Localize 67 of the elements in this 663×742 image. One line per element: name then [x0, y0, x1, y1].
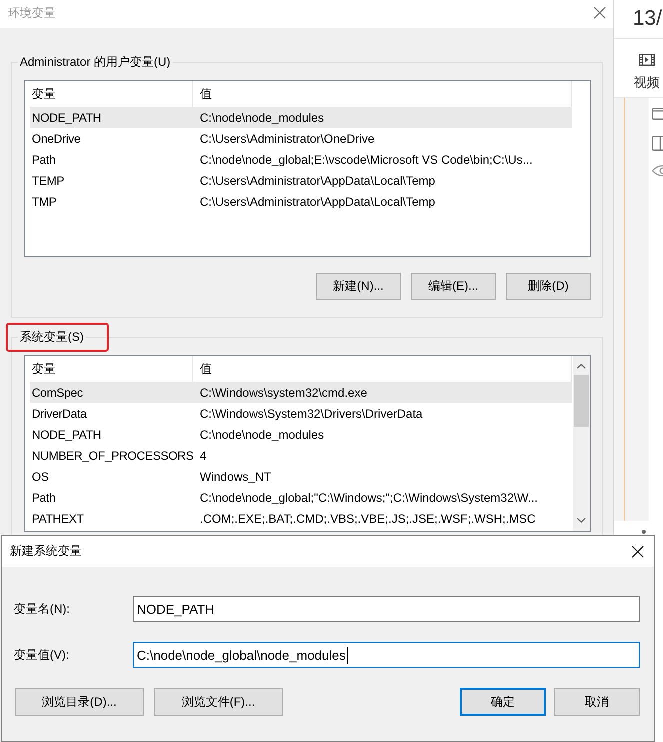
variable-name: NODE_PATH: [32, 110, 102, 124]
list-row[interactable]: OneDrive C:\Users\Administrator\OneDrive: [30, 128, 572, 149]
action-button[interactable]: 新建(N)...: [316, 273, 401, 300]
list-row[interactable]: Path C:\node\node_global;E:\vscode\Microsoft VS Code\bin;C:\Us...: [30, 149, 572, 170]
variable-value: Windows_NT: [200, 470, 272, 484]
column-header[interactable]: 值: [200, 360, 212, 378]
input-field[interactable]: C:\node\node_global\node_modules: [133, 642, 640, 668]
dot-icon: [642, 530, 646, 534]
list-row[interactable]: OS Windows_NT: [30, 466, 572, 487]
list-row[interactable]: NUMBER_OF_PROCESSORS 4: [30, 445, 572, 466]
window-icon[interactable]: [652, 108, 663, 120]
film-icon: [639, 54, 655, 66]
variable-value: C:\Windows\System32\Drivers\DriverData: [200, 406, 423, 420]
variable-value: C:\Users\Administrator\OneDrive: [200, 132, 375, 146]
list-row[interactable]: TMP C:\Users\Administrator\AppData\Local\Temp: [30, 191, 572, 212]
field-label: 变量值(V):: [14, 648, 70, 662]
variable-value: 4: [200, 448, 207, 462]
action-button[interactable]: 删除(D): [506, 273, 591, 300]
variable-value: C:\Windows\system32\cmd.exe: [200, 386, 368, 400]
browse-button[interactable]: 浏览目录(D)...: [15, 688, 144, 716]
variable-name: TMP: [32, 194, 57, 208]
variable-name: TEMP: [32, 174, 64, 188]
variable-name: NODE_PATH: [32, 428, 102, 442]
variable-value: C:\node\node_global;E:\vscode\Microsoft VS Code\bin;C:\Us...: [200, 152, 533, 166]
scroll-down-icon[interactable]: [577, 518, 586, 523]
list-row[interactable]: DriverData C:\Windows\System32\Drivers\DriverData: [30, 403, 572, 424]
text-cursor-icon: [346, 646, 348, 664]
variable-name: DriverData: [32, 406, 87, 420]
action-button[interactable]: 编辑(E)...: [411, 273, 496, 300]
dialog-title: 新建系统变量: [10, 543, 82, 560]
variable-name: Path: [32, 490, 56, 504]
column-header[interactable]: 变量: [32, 86, 56, 102]
group-label: Administrator 的用户变量(U): [20, 55, 171, 69]
window-title: 环境变量: [8, 4, 56, 22]
input-field[interactable]: NODE_PATH: [133, 596, 640, 622]
scroll-up-icon[interactable]: [577, 364, 586, 369]
split-panel-icon[interactable]: [652, 136, 663, 151]
page-counter: 13/: [633, 7, 662, 31]
field-label: 变量名(N):: [14, 602, 70, 616]
variable-name: OS: [32, 470, 49, 484]
variable-value: C:\node\node_modules: [200, 428, 324, 442]
variable-value: C:\Users\Administrator\AppData\Local\Temp: [200, 194, 436, 208]
variable-name: ComSpec: [32, 386, 83, 400]
list-row[interactable]: NODE_PATH C:\node\node_modules: [30, 424, 572, 445]
variable-value: .COM;.EXE;.BAT;.CMD;.VBS;.VBE;.JS;.JSE;.WSF;.WSH;.MSC: [200, 512, 536, 526]
variable-name: OneDrive: [32, 132, 81, 146]
variable-name: NUMBER_OF_PROCESSORS: [32, 448, 194, 462]
variable-value: C:\node\node_global;"C:\Windows;";C:\Windows\System32\W...: [200, 490, 538, 504]
browse-button[interactable]: 浏览文件(F)...: [154, 688, 283, 716]
dialog-button[interactable]: 取消: [554, 688, 640, 716]
scrollbar[interactable]: [573, 356, 590, 531]
variable-value: C:\Users\Administrator\AppData\Local\Temp: [200, 174, 436, 188]
list-row[interactable]: PATHEXT .COM;.EXE;.BAT;.CMD;.VBS;.VBE;.JS;.JSE;.WSF;.WSH;.MSC: [30, 508, 572, 529]
scrollbar-thumb[interactable]: [574, 375, 589, 427]
variable-name: PATHEXT: [32, 512, 84, 526]
group-label: 系统变量(S): [20, 330, 84, 344]
list-row[interactable]: TEMP C:\Users\Administrator\AppData\Local\Temp: [30, 170, 572, 191]
variable-value: C:\node\node_modules: [200, 110, 324, 124]
column-header[interactable]: 值: [200, 86, 212, 102]
list-row[interactable]: NODE_PATH C:\node\node_modules: [30, 107, 572, 128]
column-header[interactable]: 变量: [32, 360, 56, 378]
eye-icon[interactable]: [652, 165, 663, 177]
dialog-button[interactable]: 确定: [460, 688, 546, 716]
list-row[interactable]: ComSpec C:\Windows\system32\cmd.exe: [30, 382, 572, 403]
list-row[interactable]: Path C:\node\node_global;"C:\Windows;";C:\Windows\System32\W...: [30, 487, 572, 508]
variable-name: Path: [32, 152, 56, 166]
close-icon[interactable]: [632, 546, 644, 558]
